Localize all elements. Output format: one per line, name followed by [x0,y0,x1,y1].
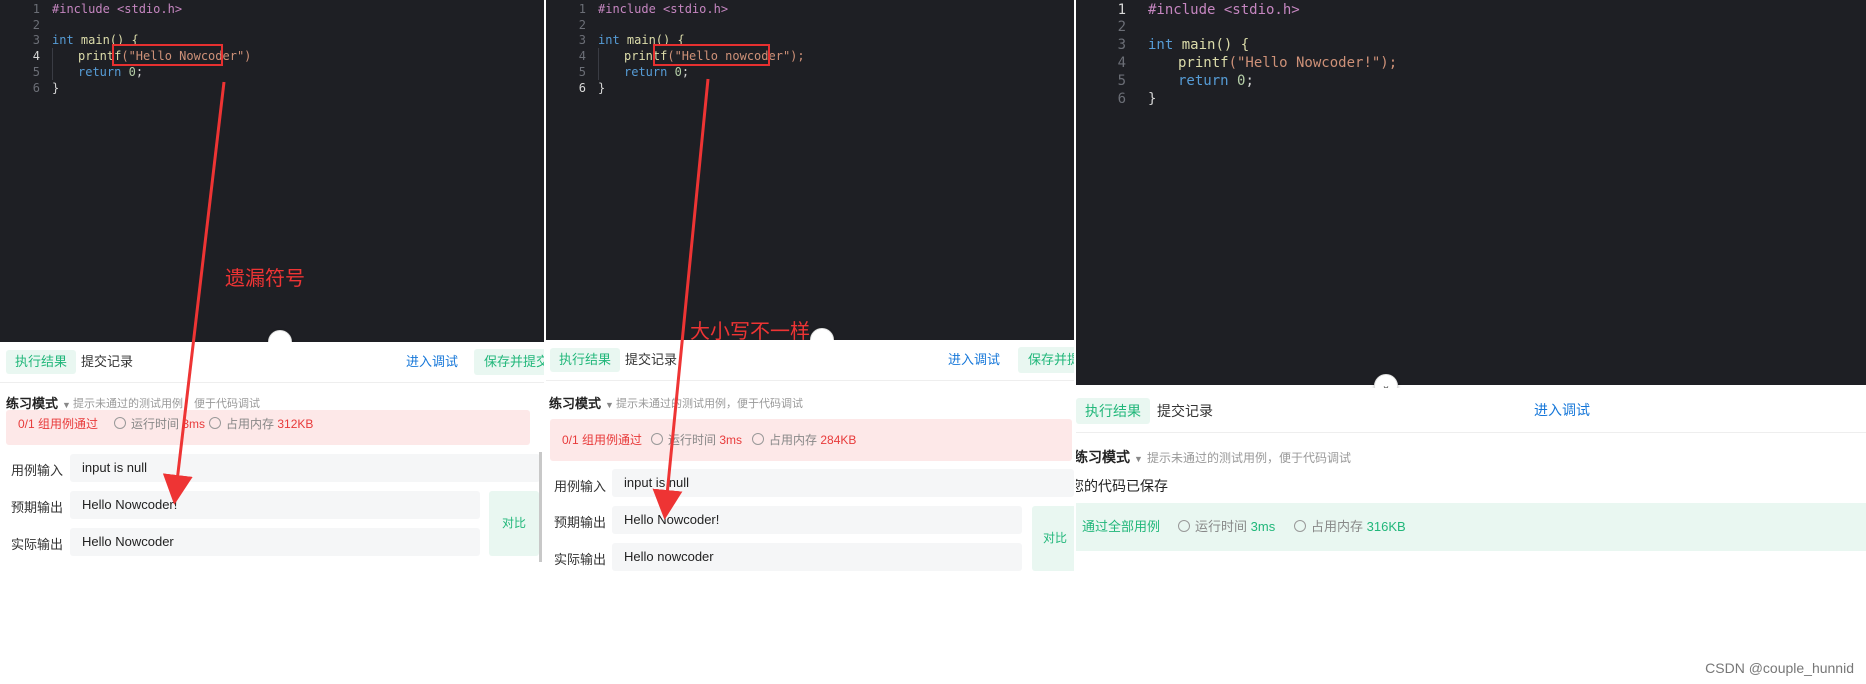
annotation-arrow-1 [162,81,226,505]
watermark: CSDN @couple_hunnid [1705,660,1854,676]
annotation-arrows [162,78,710,520]
annotation-arrow-2 [652,78,710,520]
